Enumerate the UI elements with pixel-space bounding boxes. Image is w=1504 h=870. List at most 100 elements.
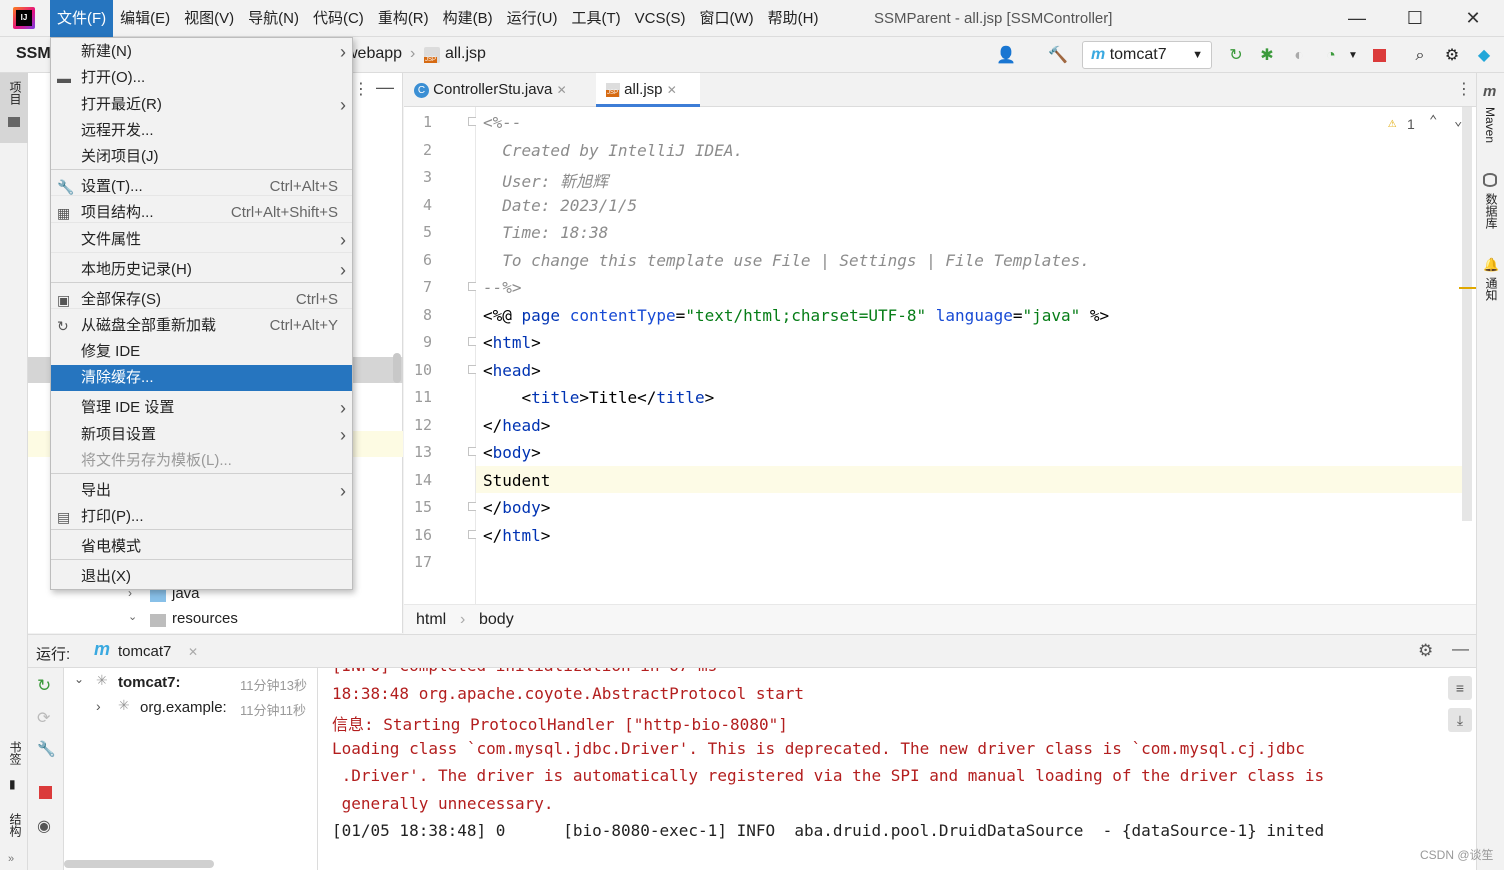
- file-menu-item-3[interactable]: 远程开发...: [51, 118, 352, 144]
- code-line[interactable]: </html>: [483, 526, 550, 545]
- file-menu-item-0[interactable]: 新建(N) ›: [51, 39, 352, 65]
- bookmarks-tool-label[interactable]: 书签: [7, 741, 24, 765]
- menu-item-7[interactable]: 运行(U): [500, 0, 565, 37]
- breadcrumb-webapp[interactable]: webapp: [346, 45, 402, 63]
- notifications-tool-label[interactable]: 通知: [1483, 277, 1500, 301]
- scroll-to-end-icon[interactable]: ⤓: [1448, 708, 1472, 732]
- menu-item-1[interactable]: 编辑(E): [113, 0, 177, 37]
- redeploy-icon[interactable]: ⟳: [37, 708, 50, 728]
- scrollbar[interactable]: [64, 860, 214, 868]
- menu-item-11[interactable]: 帮助(H): [761, 0, 826, 37]
- stop-icon[interactable]: [1373, 49, 1386, 62]
- menu-item-9[interactable]: VCS(S): [628, 0, 693, 37]
- intellij-logo-icon[interactable]: IJ: [13, 7, 35, 29]
- file-menu-item-5[interactable]: 🔧 设置(T)... Ctrl+Alt+S: [51, 174, 352, 200]
- chevron-down-icon[interactable]: ⌄: [128, 610, 137, 623]
- scrollbar[interactable]: [393, 353, 401, 383]
- database-tool-label[interactable]: 数据库: [1483, 193, 1500, 229]
- run-tab-label[interactable]: tomcat7: [118, 643, 171, 660]
- run-tree-item[interactable]: org.example:: [140, 699, 227, 716]
- hide-panel-icon[interactable]: —: [1452, 639, 1469, 659]
- menu-item-8[interactable]: 工具(T): [564, 0, 627, 37]
- warning-count[interactable]: 1: [1407, 116, 1415, 132]
- menu-item-4[interactable]: 代码(C): [306, 0, 371, 37]
- maven-icon[interactable]: m: [1483, 83, 1496, 100]
- project-tool-button[interactable]: 项目: [0, 73, 28, 143]
- code-line[interactable]: <body>: [483, 443, 541, 462]
- code-line[interactable]: <head>: [483, 361, 541, 380]
- menu-item-5[interactable]: 重构(R): [371, 0, 436, 37]
- menu-item-3[interactable]: 导航(N): [241, 0, 306, 37]
- hide-panel-icon[interactable]: —: [376, 77, 394, 98]
- chevron-down-icon[interactable]: ⌄: [74, 672, 84, 686]
- coverage-icon[interactable]: ◐: [1289, 46, 1309, 66]
- chevron-down-icon[interactable]: ▼: [1343, 46, 1363, 66]
- code-line[interactable]: To change this template use File | Setti…: [483, 251, 1090, 270]
- file-menu-item-14[interactable]: 新项目设置 ›: [51, 422, 352, 448]
- notification-bell-icon[interactable]: 🔔: [1483, 257, 1499, 273]
- code-editor[interactable]: <%-- Created by IntelliJ IDEA. User: 靳旭辉…: [476, 107, 1476, 604]
- gear-icon[interactable]: ⚙: [1418, 641, 1433, 661]
- breadcrumb-body[interactable]: body: [479, 605, 514, 635]
- code-line[interactable]: <title>Title</title>: [483, 388, 715, 407]
- code-line[interactable]: Student: [483, 471, 550, 490]
- search-icon[interactable]: ⌕: [1410, 46, 1430, 66]
- code-line[interactable]: <%--: [483, 113, 522, 132]
- run-configuration-select[interactable]: m tomcat7 ▼: [1082, 41, 1212, 69]
- bookmark-icon[interactable]: ▮: [9, 777, 16, 791]
- file-menu-item-9[interactable]: ▣ 全部保存(S) Ctrl+S: [51, 287, 352, 313]
- structure-tool-label[interactable]: 结构: [7, 813, 24, 837]
- expand-more-icon[interactable]: »: [8, 853, 14, 865]
- tab-controllerstu[interactable]: C ControllerStu.java ✕: [404, 73, 594, 107]
- file-menu-item-7[interactable]: 文件属性 ›: [51, 227, 352, 253]
- database-icon[interactable]: [1483, 173, 1497, 187]
- close-window-button[interactable]: ✕: [1444, 0, 1502, 37]
- tab-all-jsp[interactable]: JSP all.jsp ✕: [596, 73, 700, 107]
- gear-icon[interactable]: ⚙: [1442, 46, 1462, 66]
- rerun-icon[interactable]: ↻: [1226, 46, 1246, 66]
- chevron-right-icon[interactable]: ›: [96, 698, 101, 714]
- menu-item-2[interactable]: 视图(V): [177, 0, 241, 37]
- soft-wrap-icon[interactable]: ≡: [1448, 676, 1472, 700]
- menu-item-10[interactable]: 窗口(W): [692, 0, 760, 37]
- code-line[interactable]: Date: 2023/1/5: [483, 196, 637, 215]
- code-line[interactable]: --%>: [483, 278, 522, 297]
- code-line[interactable]: <html>: [483, 333, 541, 352]
- build-hammer-icon[interactable]: 🔨: [1048, 46, 1068, 66]
- menu-item-6[interactable]: 构建(B): [436, 0, 500, 37]
- editor-scrollbar[interactable]: [1462, 107, 1472, 521]
- file-menu-item-2[interactable]: 打开最近(R) ›: [51, 92, 352, 118]
- warning-stripe-marker[interactable]: [1459, 287, 1476, 289]
- file-menu-item-1[interactable]: ▬ 打开(O)...: [51, 65, 352, 91]
- file-menu-item-4[interactable]: 关闭项目(J): [51, 144, 352, 170]
- previous-highlight-icon[interactable]: ⌃: [1429, 113, 1437, 129]
- eye-icon[interactable]: ◉: [37, 816, 51, 836]
- file-menu-item-19[interactable]: 退出(X): [51, 564, 352, 590]
- breadcrumb-project[interactable]: SSM: [16, 45, 51, 63]
- code-line[interactable]: User: 靳旭辉: [483, 168, 608, 192]
- tab-options-icon[interactable]: ⋮: [1456, 79, 1472, 99]
- file-menu-item-13[interactable]: 管理 IDE 设置 ›: [51, 395, 352, 421]
- file-menu-item-17[interactable]: ▤ 打印(P)...: [51, 504, 352, 530]
- file-menu-item-10[interactable]: ↻ 从磁盘全部重新加载 Ctrl+Alt+Y: [51, 313, 352, 339]
- panel-options-icon[interactable]: ⋮: [353, 79, 369, 99]
- code-line[interactable]: </body>: [483, 498, 550, 517]
- user-icon[interactable]: 👤: [996, 46, 1016, 66]
- file-menu-item-11[interactable]: 修复 IDE: [51, 339, 352, 365]
- run-tree-item[interactable]: tomcat7:: [118, 674, 181, 691]
- file-menu-item-6[interactable]: ▦ 项目结构... Ctrl+Alt+Shift+S: [51, 200, 352, 226]
- file-menu-item-12[interactable]: 清除缓存...: [51, 365, 352, 391]
- breadcrumb-file[interactable]: all.jsp: [445, 45, 486, 63]
- maximize-button[interactable]: ☐: [1386, 0, 1444, 37]
- file-menu-item-18[interactable]: 省电模式: [51, 534, 352, 560]
- tree-item-resources[interactable]: resources: [172, 610, 238, 627]
- minimize-button[interactable]: —: [1328, 0, 1386, 37]
- close-tab-icon[interactable]: ✕: [557, 83, 567, 97]
- debug-icon[interactable]: ✱: [1257, 46, 1277, 66]
- wrench-icon[interactable]: 🔧: [37, 740, 56, 758]
- breadcrumb-html[interactable]: html: [416, 605, 446, 635]
- toolbox-icon[interactable]: ◆: [1474, 46, 1494, 66]
- warning-icon[interactable]: ⚠: [1388, 115, 1396, 131]
- stop-icon[interactable]: [39, 786, 52, 799]
- close-tab-icon[interactable]: ✕: [188, 645, 198, 659]
